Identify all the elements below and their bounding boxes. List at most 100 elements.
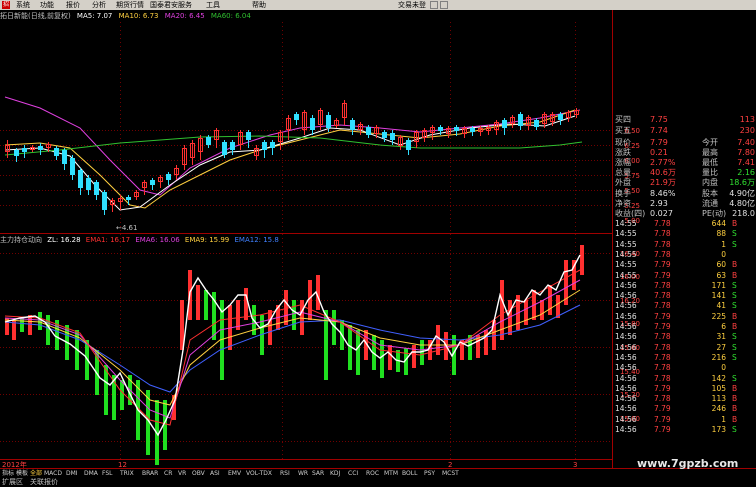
quote-row: 买五 7.74 230 bbox=[614, 125, 756, 136]
trade-row: 14:56 7.78 171 S bbox=[614, 281, 756, 291]
indicator-tab[interactable]: 全部 bbox=[30, 469, 42, 478]
trade-side: S bbox=[732, 352, 737, 362]
trade-price: 7.78 bbox=[654, 373, 671, 383]
trade-time: 14:55 bbox=[615, 270, 637, 280]
indicator-tab[interactable]: WR bbox=[298, 469, 308, 478]
zl-bar-up bbox=[388, 345, 392, 370]
candle-body bbox=[166, 174, 171, 180]
zl-bar-up bbox=[196, 285, 200, 320]
indicator-tab[interactable]: FSL bbox=[102, 469, 113, 478]
trade-side: B bbox=[732, 414, 738, 424]
indicator-tab[interactable]: RSI bbox=[280, 469, 290, 478]
period-low-label: ←4.61 bbox=[116, 224, 137, 232]
indicator-tab[interactable]: MTM bbox=[384, 469, 398, 478]
candle-body bbox=[222, 142, 227, 155]
status-bar: 扩展区 关联报价 bbox=[0, 478, 756, 487]
indicator-tab[interactable]: ASI bbox=[210, 469, 220, 478]
indicator-tab[interactable]: EMV bbox=[228, 469, 241, 478]
ma60-value: MA60: 6.04 bbox=[210, 12, 251, 20]
trade-row: 14:56 7.79 225 B bbox=[614, 312, 756, 322]
indicator-tab[interactable]: 指标 bbox=[2, 469, 14, 478]
zl-bar-down bbox=[204, 290, 208, 320]
candle-body bbox=[62, 150, 67, 164]
indicator-tab[interactable]: SAR bbox=[312, 469, 324, 478]
trade-price: 7.78 bbox=[654, 332, 671, 342]
trade-time: 14:55 bbox=[615, 239, 637, 249]
trade-volume: 142 bbox=[711, 373, 726, 383]
trade-row: 14:56 7.78 141 S bbox=[614, 291, 756, 301]
indicator-tab[interactable]: ROC bbox=[366, 469, 379, 478]
trade-side: S bbox=[732, 332, 737, 342]
quote-row: 收益(四) 0.027 PE(动) 218.0 bbox=[614, 208, 756, 219]
indicator-tab[interactable]: MCST bbox=[442, 469, 459, 478]
indicator-tab[interactable]: OBV bbox=[192, 469, 205, 478]
quote-value: 21.9万 bbox=[650, 178, 676, 187]
trade-volume: 63 bbox=[716, 270, 726, 280]
candle-body bbox=[454, 127, 459, 131]
trade-side: S bbox=[732, 342, 737, 352]
trade-row: 14:56 7.79 246 B bbox=[614, 404, 756, 414]
trade-time: 14:56 bbox=[615, 363, 637, 373]
date-tick-label: 2 bbox=[448, 461, 452, 469]
indicator-tab[interactable]: TRIX bbox=[120, 469, 134, 478]
trade-volume: 171 bbox=[711, 280, 726, 290]
indicator-tab[interactable]: DMA bbox=[84, 469, 98, 478]
date-tick-label: 2012年 bbox=[2, 460, 27, 469]
trade-volume: 105 bbox=[711, 383, 726, 393]
trade-side: B bbox=[732, 383, 738, 393]
indicator-tab[interactable]: VR bbox=[178, 469, 186, 478]
trade-side: B bbox=[732, 219, 738, 228]
trade-price: 7.79 bbox=[654, 414, 671, 424]
trade-time: 14:56 bbox=[615, 301, 637, 311]
trade-volume: 27 bbox=[716, 342, 726, 352]
indicator-tab[interactable]: VOL-TDX bbox=[246, 469, 272, 478]
zl-bar-up bbox=[556, 295, 560, 318]
ema12-value: EMA12: 15.8 bbox=[234, 236, 279, 244]
candle-body bbox=[150, 180, 155, 185]
trade-row: 14:55 7.78 1 S bbox=[614, 240, 756, 250]
trade-time: 14:56 bbox=[615, 352, 637, 362]
candle-body bbox=[366, 127, 371, 135]
trade-volume: 6 bbox=[721, 322, 726, 331]
candle-body bbox=[38, 146, 43, 150]
trade-price: 7.78 bbox=[654, 219, 671, 228]
indicator-tab[interactable]: KDJ bbox=[330, 469, 340, 478]
extension-area[interactable]: 扩展区 bbox=[2, 478, 23, 487]
candle-body bbox=[406, 140, 411, 150]
quote-row: 买四 7.75 113 bbox=[614, 114, 756, 125]
candle-body bbox=[438, 127, 443, 131]
trade-volume: 113 bbox=[711, 394, 726, 404]
zl-bar-down bbox=[292, 300, 296, 330]
candle-body bbox=[470, 128, 475, 132]
zl-bar-up bbox=[500, 280, 504, 340]
trade-time: 14:56 bbox=[615, 311, 637, 321]
indicator-tab[interactable]: CR bbox=[164, 469, 172, 478]
trade-volume: 216 bbox=[711, 352, 726, 362]
indicator-tab[interactable]: DMI bbox=[66, 469, 78, 478]
trade-price: 7.79 bbox=[654, 404, 671, 414]
linked-quote[interactable]: 关联报价 bbox=[30, 478, 58, 487]
trade-time: 14:56 bbox=[615, 404, 637, 414]
trade-time: 14:56 bbox=[615, 414, 637, 424]
trade-time: 14:56 bbox=[615, 425, 637, 434]
trade-row: 14:56 7.78 113 B bbox=[614, 394, 756, 404]
quote-value: 7.74 bbox=[650, 126, 668, 135]
trade-row: 14:56 7.79 1 B bbox=[614, 415, 756, 425]
indicator-tab[interactable]: BOLL bbox=[402, 469, 417, 478]
indicator-tab[interactable]: BRAR bbox=[142, 469, 158, 478]
indicator-tab[interactable]: PSY bbox=[424, 469, 435, 478]
ma20-value: MA20: 6.45 bbox=[164, 12, 205, 20]
indicator-tab[interactable]: CCI bbox=[348, 469, 358, 478]
trade-volume: 246 bbox=[711, 404, 726, 414]
trade-time: 14:55 bbox=[615, 260, 637, 270]
candle-body bbox=[246, 132, 251, 140]
zl-bar-up bbox=[268, 310, 272, 345]
trade-side: S bbox=[732, 425, 737, 434]
indicator-tab[interactable]: 模板 bbox=[16, 469, 28, 478]
indicator-tab[interactable]: MACD bbox=[44, 469, 62, 478]
trade-row: 14:56 7.78 31 S bbox=[614, 332, 756, 342]
candle-body bbox=[22, 148, 27, 152]
trade-time: 14:56 bbox=[615, 332, 637, 342]
quote-extra-label: 内盘 bbox=[702, 178, 718, 187]
trade-row: 14:56 7.79 173 S bbox=[614, 425, 756, 435]
